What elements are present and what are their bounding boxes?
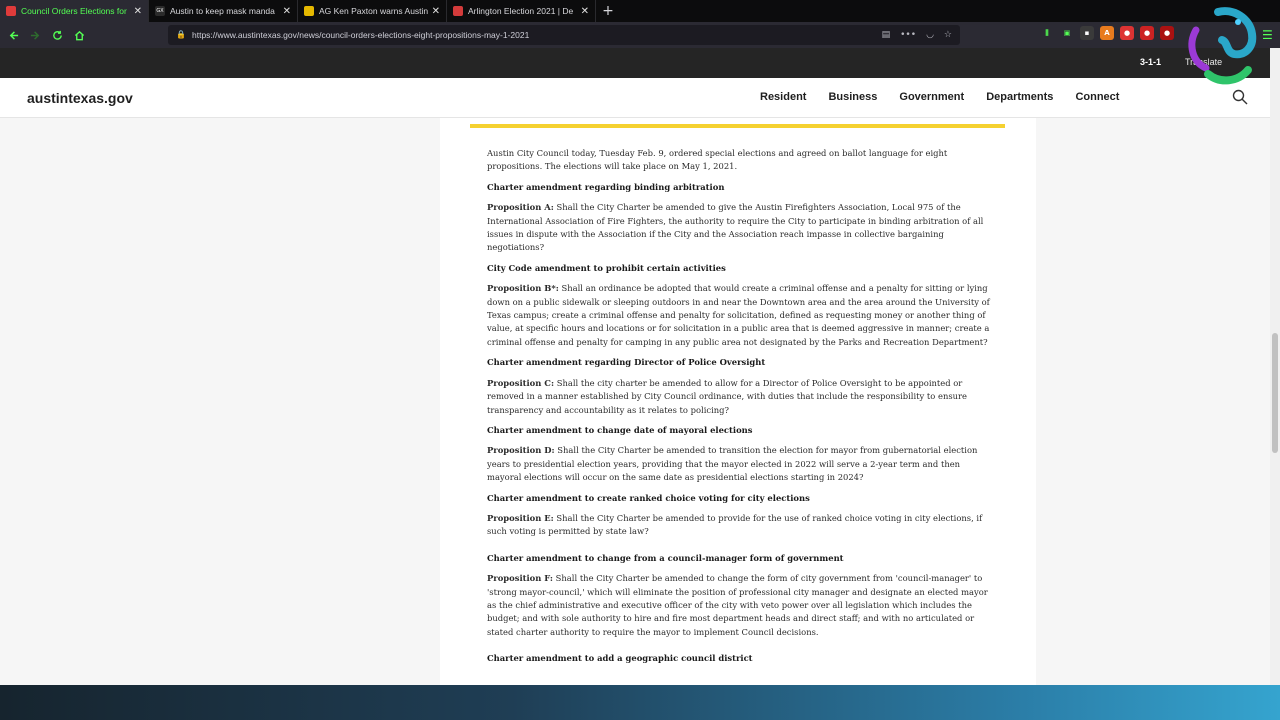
- tab-favicon-icon: GX: [155, 6, 165, 16]
- article-content: Austin City Council today, Tuesday Feb. …: [487, 147, 993, 673]
- tab-austin-mask[interactable]: GX Austin to keep mask manda ✕: [149, 0, 298, 22]
- proposition-label: Proposition D:: [487, 445, 555, 456]
- close-tab-icon[interactable]: ✕: [134, 6, 142, 17]
- section-heading: Charter amendment regarding binding arbi…: [487, 181, 725, 192]
- reader-view-icon[interactable]: ▤: [882, 30, 891, 40]
- reload-button[interactable]: [46, 24, 68, 46]
- proposition-paragraph: Proposition E: Shall the City Charter be…: [487, 512, 993, 539]
- scrollbar-thumb[interactable]: [1272, 333, 1278, 453]
- proposition-text: Shall the City Charter be amended to pro…: [487, 512, 983, 537]
- highlight-bar: [470, 124, 1005, 128]
- close-tab-icon[interactable]: ✕: [581, 6, 589, 17]
- tab-favicon-icon: [6, 6, 16, 16]
- utility-bar: 3-1-1 Translate: [0, 48, 1270, 78]
- tab-title: Arlington Election 2021 | De: [468, 6, 574, 16]
- proposition-text: Shall the City Charter be amended to cha…: [487, 573, 988, 637]
- section-heading: Charter amendment to add a geographic co…: [487, 653, 753, 664]
- forward-button[interactable]: [24, 24, 46, 46]
- proposition-paragraph: Proposition A: Shall the City Charter be…: [487, 201, 993, 255]
- nav-business[interactable]: Business: [828, 91, 877, 103]
- search-icon[interactable]: [1232, 89, 1248, 105]
- sidebar-icon[interactable]: ▣: [1060, 26, 1074, 40]
- extension-toolbar: ⫼ ▣ ▪ A ● ● ●: [1040, 26, 1174, 40]
- close-tab-icon[interactable]: ✕: [432, 6, 440, 17]
- desktop-taskbar: [0, 685, 1280, 720]
- tab-council-orders[interactable]: Council Orders Elections for ✕: [0, 0, 149, 22]
- nav-connect[interactable]: Connect: [1075, 91, 1119, 103]
- close-tab-icon[interactable]: ✕: [283, 6, 291, 17]
- tab-title: AG Ken Paxton warns Austin: [319, 6, 428, 16]
- back-button[interactable]: [2, 24, 24, 46]
- proposition-text: Shall the City Charter be amended to giv…: [487, 202, 984, 253]
- three-one-one-link[interactable]: 3-1-1: [1140, 57, 1161, 67]
- lock-icon: 🔒: [176, 30, 186, 39]
- page-scrollbar[interactable]: [1270, 48, 1280, 685]
- tab-favicon-icon: [453, 6, 463, 16]
- browser-toolbar: 🔒 https://www.austintexas.gov/news/counc…: [0, 22, 1280, 48]
- article-container: Austin City Council today, Tuesday Feb. …: [440, 118, 1036, 685]
- home-button[interactable]: [68, 24, 90, 46]
- tab-title: Council Orders Elections for: [21, 6, 127, 16]
- site-logo[interactable]: austintexas.gov: [27, 90, 133, 106]
- nav-government[interactable]: Government: [899, 91, 964, 103]
- section-heading: City Code amendment to prohibit certain …: [487, 262, 726, 273]
- tab-favicon-icon: [304, 6, 314, 16]
- extension-icon[interactable]: ●: [1160, 26, 1174, 40]
- section-heading: Charter amendment to create ranked choic…: [487, 492, 810, 503]
- translate-link[interactable]: Translate: [1185, 57, 1222, 67]
- proposition-label: Proposition A:: [487, 202, 554, 213]
- proposition-text: Shall the city charter be amended to all…: [487, 377, 967, 415]
- hamburger-menu-icon[interactable]: ☰: [1262, 28, 1273, 42]
- extension-icon[interactable]: ●: [1140, 26, 1154, 40]
- section-heading: Charter amendment regarding Director of …: [487, 357, 766, 368]
- arrow-left-icon: [9, 30, 18, 40]
- arrow-right-icon: [30, 30, 39, 40]
- library-icon[interactable]: ⫼: [1040, 26, 1054, 40]
- home-icon: [74, 30, 84, 40]
- nav-resident[interactable]: Resident: [760, 91, 806, 103]
- pocket-icon[interactable]: ◡: [926, 30, 934, 40]
- new-tab-button[interactable]: +: [596, 0, 620, 22]
- browser-tab-strip: Council Orders Elections for ✕ GX Austin…: [0, 0, 1280, 22]
- proposition-text: Shall the City Charter be amended to tra…: [487, 445, 978, 483]
- proposition-label: Proposition F:: [487, 573, 554, 584]
- extension-icon[interactable]: A: [1100, 26, 1114, 40]
- tab-arlington-election[interactable]: Arlington Election 2021 | De ✕: [447, 0, 596, 22]
- address-bar[interactable]: 🔒 https://www.austintexas.gov/news/counc…: [168, 25, 960, 45]
- main-navigation: Resident Business Government Departments…: [760, 91, 1141, 103]
- section-heading: Charter amendment to change date of mayo…: [487, 424, 753, 435]
- proposition-paragraph: Proposition D: Shall the City Charter be…: [487, 444, 993, 484]
- proposition-paragraph: Proposition B*: Shall an ordinance be ad…: [487, 282, 993, 349]
- bookmark-star-icon[interactable]: ☆: [944, 30, 952, 40]
- proposition-label: Proposition E:: [487, 512, 554, 523]
- more-actions-icon[interactable]: •••: [900, 30, 916, 40]
- article-intro: Austin City Council today, Tuesday Feb. …: [487, 148, 948, 172]
- proposition-text: Shall an ordinance be adopted that would…: [487, 283, 990, 347]
- nav-departments[interactable]: Departments: [986, 91, 1053, 103]
- proposition-paragraph: Proposition C: Shall the city charter be…: [487, 377, 993, 417]
- page-body: Austin City Council today, Tuesday Feb. …: [0, 118, 1270, 685]
- proposition-label: Proposition B*:: [487, 283, 559, 294]
- extension-icon[interactable]: ▪: [1080, 26, 1094, 40]
- proposition-paragraph: Proposition F: Shall the City Charter be…: [487, 572, 993, 639]
- section-heading: Charter amendment to change from a counc…: [487, 552, 844, 563]
- proposition-label: Proposition C:: [487, 377, 555, 388]
- extension-icon[interactable]: ●: [1120, 26, 1134, 40]
- site-header: austintexas.gov Resident Business Govern…: [0, 78, 1270, 118]
- url-text[interactable]: https://www.austintexas.gov/news/council…: [192, 30, 882, 40]
- tab-title: Austin to keep mask manda: [170, 6, 275, 16]
- reload-icon: [52, 30, 62, 40]
- tab-ag-paxton[interactable]: AG Ken Paxton warns Austin ✕: [298, 0, 447, 22]
